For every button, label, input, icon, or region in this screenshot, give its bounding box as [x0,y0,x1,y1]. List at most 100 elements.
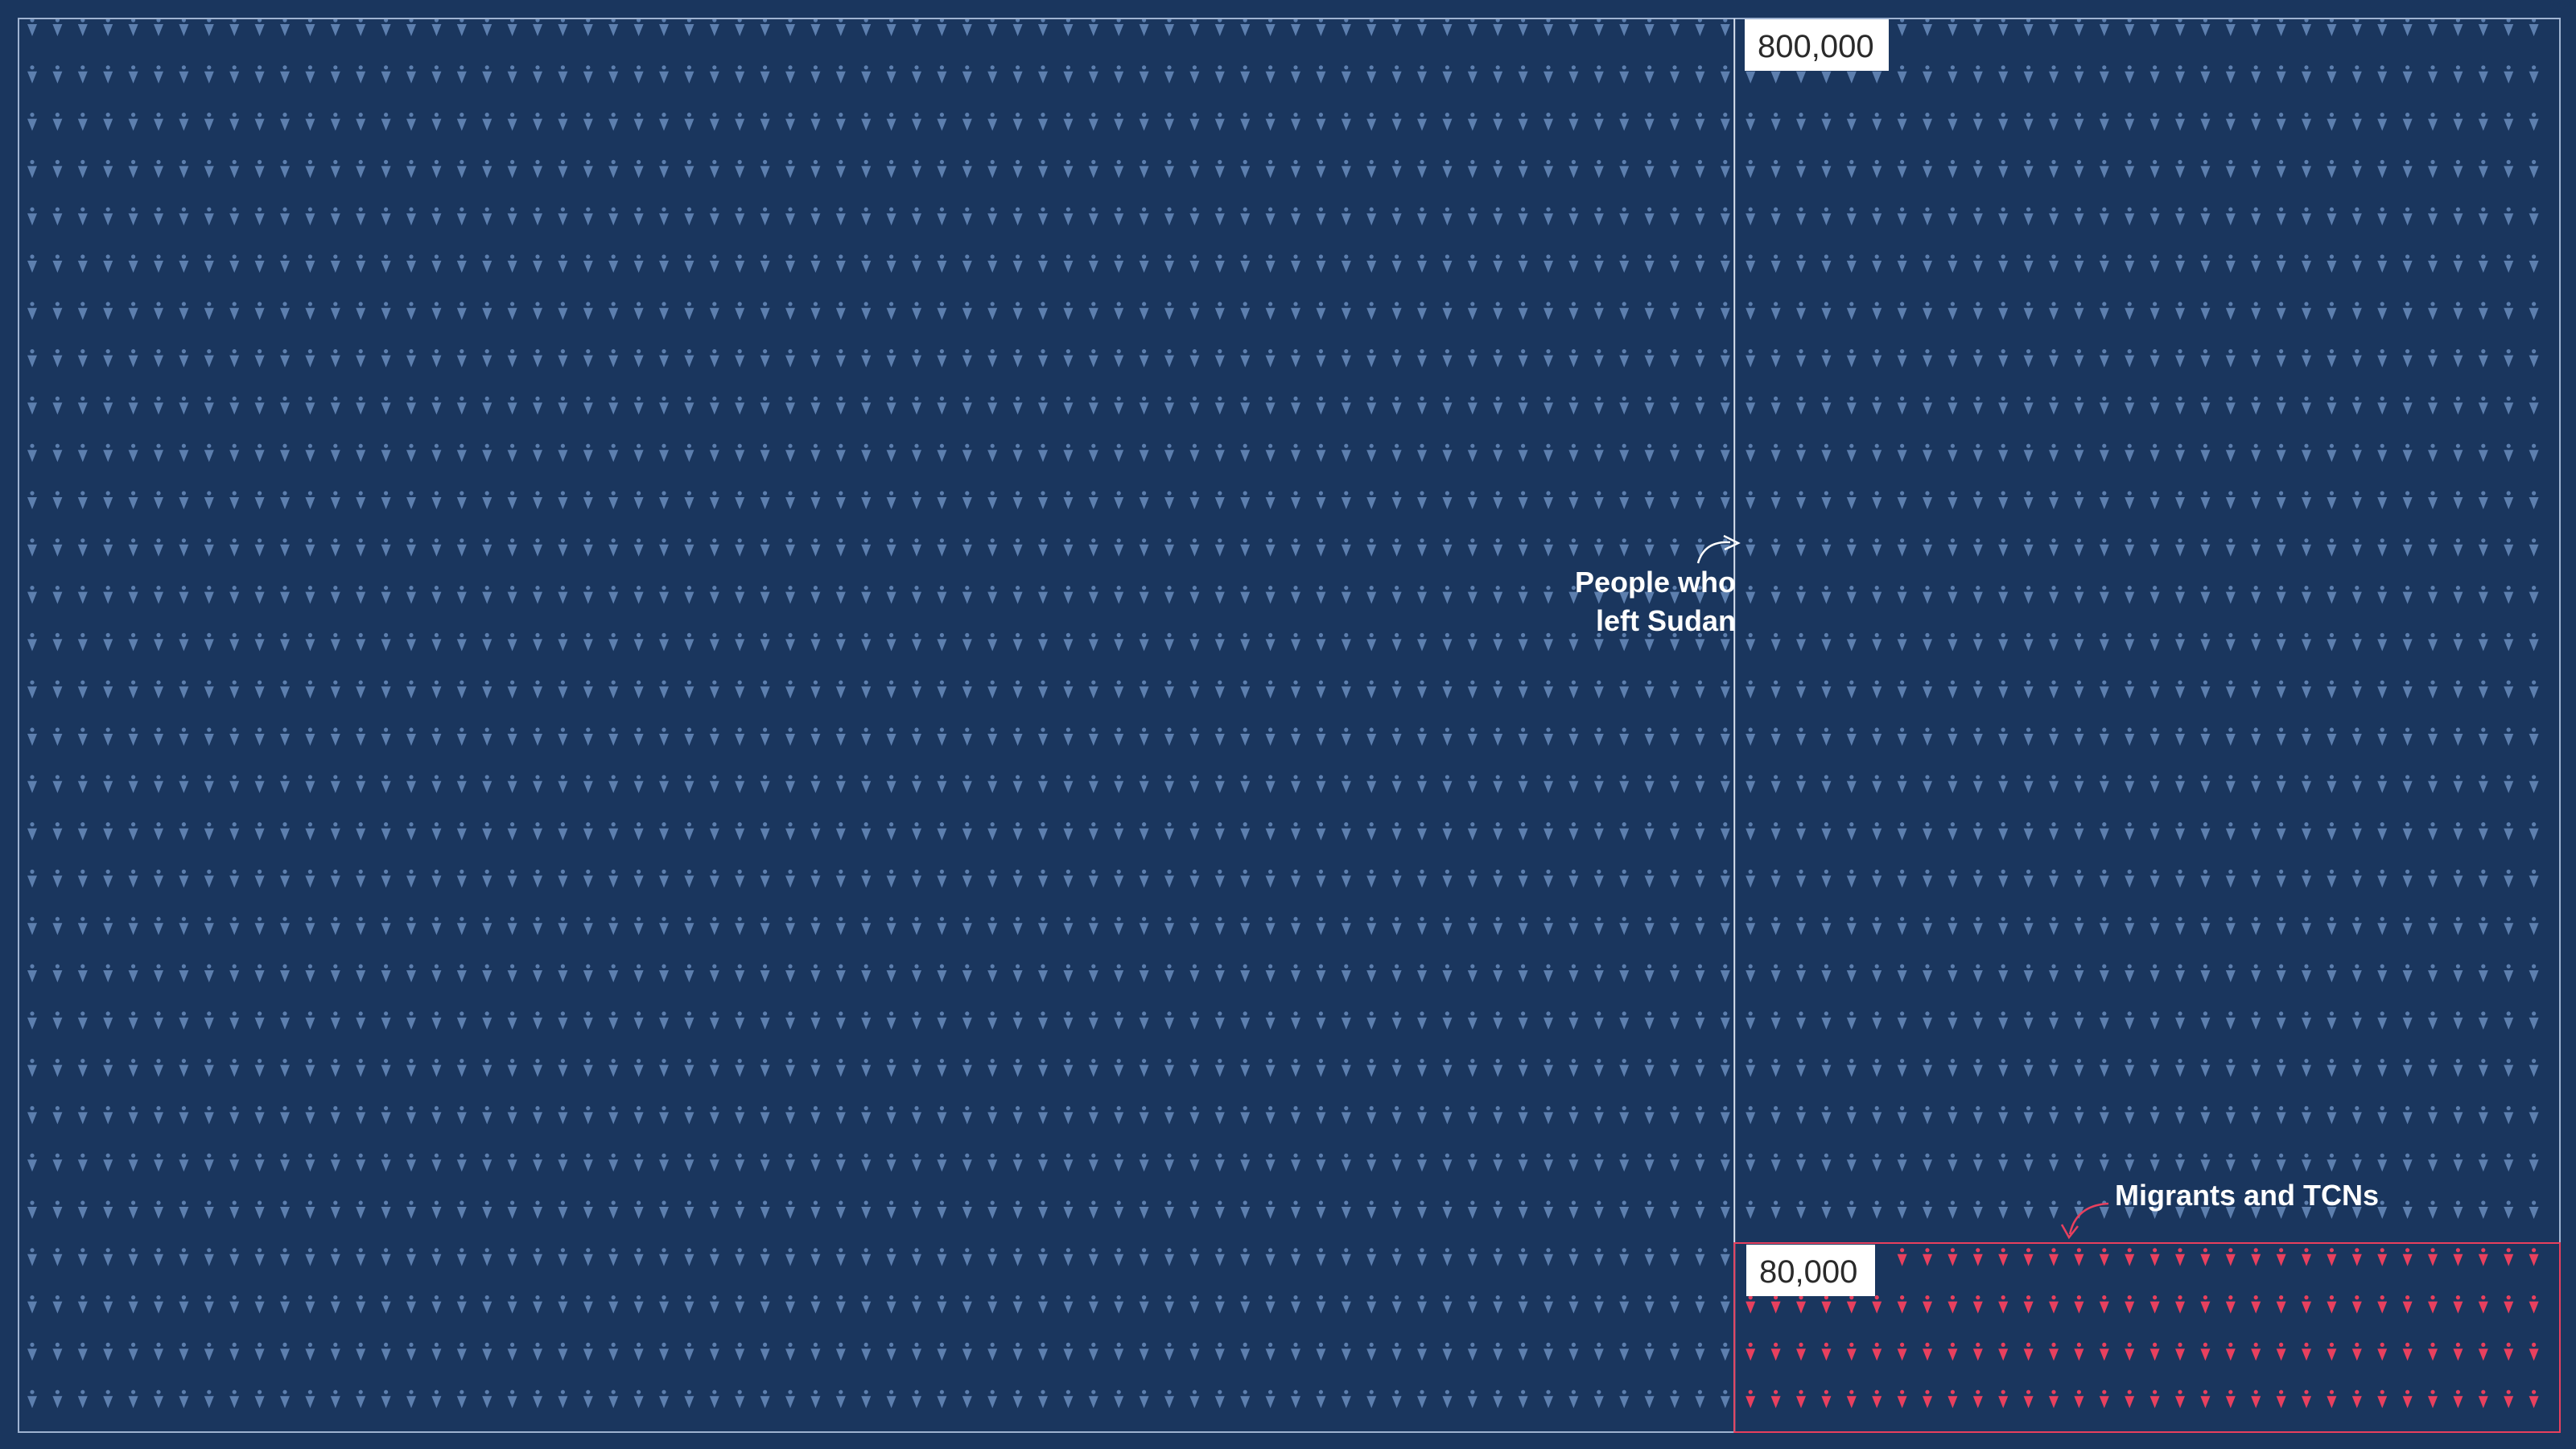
person-icon [2504,916,2514,936]
person-icon [204,775,214,793]
person-icon [431,349,442,368]
person-icon [2276,113,2286,131]
subset-person-icon [1947,1342,1958,1361]
person-icon [1391,159,1402,179]
person-icon [912,65,921,84]
person-icon [1467,1295,1478,1314]
person-icon [1593,1011,1604,1030]
person-icon [912,207,921,226]
subset-person-icon [2402,1342,2413,1361]
person-icon [2276,1059,2286,1077]
person-icon [1214,1389,1225,1409]
person-icon [659,1059,669,1077]
person-icon [27,65,37,84]
person-icon [835,1248,846,1266]
person-icon [52,727,63,746]
person-icon [1544,396,1553,415]
person-icon [760,254,770,273]
person-icon [1114,964,1124,982]
person-icon [1619,822,1630,841]
person-icon [27,538,37,557]
person-icon [2074,302,2084,320]
person-icon [608,1295,619,1314]
person-icon [1644,869,1655,888]
person-icon [1923,586,1932,604]
person-icon [2428,538,2438,557]
person-icon [886,396,896,415]
person-icon [456,443,467,463]
person-icon [1467,1105,1478,1125]
person-icon [431,491,442,509]
person-icon [937,775,947,793]
person-icon [179,1342,189,1361]
person-icon [735,18,745,36]
person-icon [1872,113,1882,131]
person-icon [2225,1153,2236,1172]
person-icon [1670,680,1680,699]
person-icon [1619,491,1630,509]
person-icon [1316,727,1326,746]
person-icon [912,443,921,463]
person-icon [431,869,442,888]
person-icon [1568,680,1579,699]
person-icon [1417,349,1427,368]
person-icon [330,1011,340,1030]
person-icon [2200,727,2211,746]
person-icon [987,680,998,699]
person-icon [1619,1059,1630,1077]
person-icon [1846,1105,1857,1125]
person-icon [154,18,163,36]
person-icon [1518,1248,1528,1266]
person-icon [684,1295,694,1314]
person-icon [1796,396,1806,415]
person-icon [1972,302,1983,320]
person-icon [2453,491,2463,509]
person-icon [1366,113,1377,131]
person-icon [280,1059,290,1077]
person-icon [835,113,846,131]
person-icon [1821,1153,1832,1172]
person-icon [2251,775,2261,793]
person-icon [280,396,290,415]
person-icon [1568,727,1579,746]
person-icon [583,822,593,841]
person-icon [987,1295,998,1314]
person-icon [684,964,694,982]
person-icon [204,1059,214,1077]
person-icon [659,1011,669,1030]
person-icon [2074,1059,2084,1077]
person-icon [1088,113,1098,131]
person-icon [987,65,998,84]
person-icon [558,113,568,131]
person-icon [1164,680,1174,699]
person-icon [912,1200,921,1219]
person-icon [2428,727,2438,746]
person-icon [2049,869,2059,888]
person-icon [1316,822,1326,841]
person-icon [2276,65,2286,84]
person-icon [128,1295,138,1314]
person-icon [1012,1389,1023,1409]
person-icon [2529,1153,2539,1172]
person-icon [684,632,694,652]
person-icon [2149,443,2160,463]
person-icon [1442,1105,1453,1125]
person-icon [2125,1105,2135,1125]
person-icon [2125,18,2135,36]
person-icon [1038,349,1048,368]
person-icon [1619,1200,1630,1219]
person-icon [2251,1059,2261,1077]
person-icon [962,727,972,746]
person-icon [2023,775,2034,793]
person-icon [179,18,189,36]
person-icon [254,1059,265,1077]
person-icon [431,964,442,982]
person-icon [937,916,947,936]
person-icon [2302,302,2311,320]
person-icon [280,1011,290,1030]
person-icon [633,964,644,982]
person-icon [2377,538,2388,557]
person-icon [1846,1011,1857,1030]
person-icon [1695,775,1705,793]
person-icon [1366,159,1377,179]
